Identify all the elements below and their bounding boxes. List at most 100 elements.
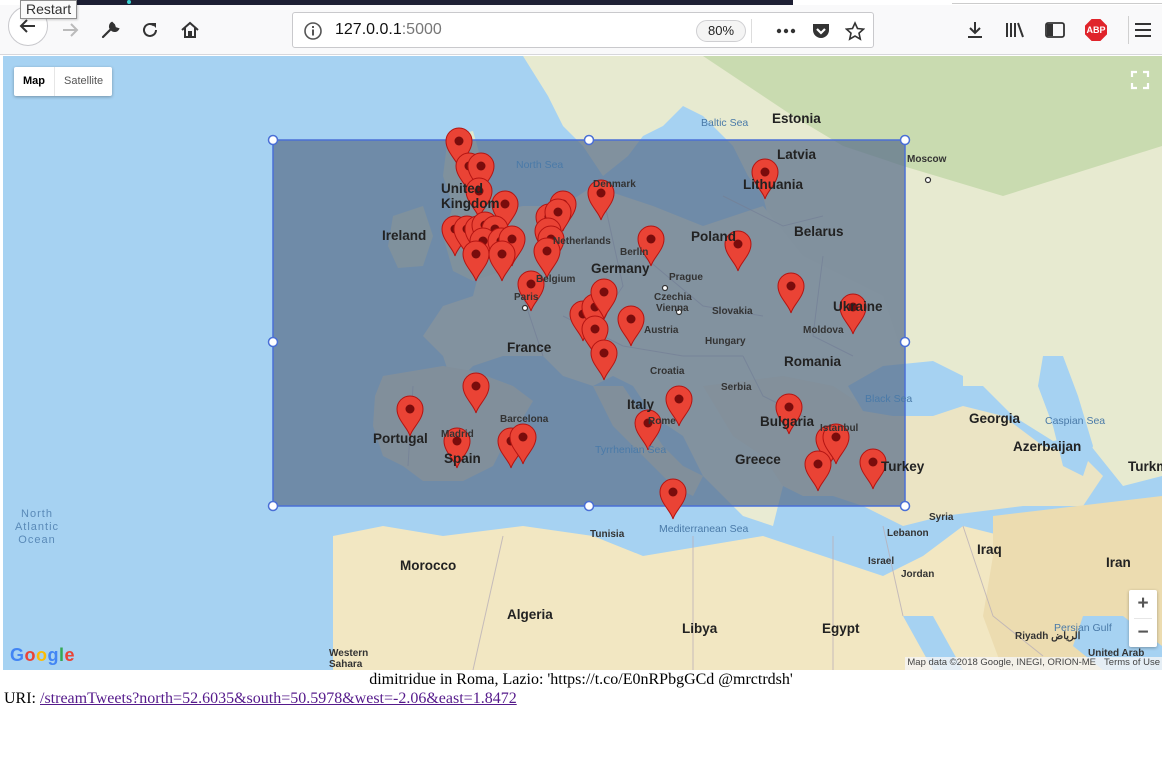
label-western-sahara: Western Sahara	[329, 648, 369, 670]
pocket-icon[interactable]	[810, 20, 832, 42]
label-azerbaijan: Azerbaijan	[1013, 439, 1082, 454]
back-icon	[19, 19, 35, 33]
label-croatia: Croatia	[650, 366, 685, 377]
library-button[interactable]	[997, 12, 1033, 48]
tab-divider	[952, 3, 1162, 4]
label-iraq: Iraq	[977, 542, 1002, 557]
url-bar[interactable]: 127.0.0.1:5000 80%	[292, 12, 874, 48]
home-icon	[181, 21, 199, 38]
label-tyrrhenian-sea: Tyrrhenian Sea	[595, 444, 667, 456]
label-germany: Germany	[591, 261, 650, 276]
zoom-in-button[interactable]: +	[1129, 590, 1157, 618]
label-belarus: Belarus	[794, 224, 844, 239]
map-type-satellite-button[interactable]: Satellite	[55, 67, 112, 96]
label-czechia: Czechia	[654, 292, 692, 303]
label-rome: Rome	[648, 416, 676, 427]
label-france: France	[507, 340, 552, 355]
label-algeria: Algeria	[507, 607, 553, 622]
label-berlin: Berlin	[620, 247, 649, 258]
map-type-map-button[interactable]: Map	[14, 67, 55, 96]
label-syria: Syria	[929, 512, 954, 523]
label-mediterranean-sea: Mediterranean Sea	[659, 523, 749, 535]
label-ireland: Ireland	[382, 228, 427, 243]
label-baltic-sea: Baltic Sea	[701, 117, 749, 129]
developer-tools-button[interactable]	[92, 12, 128, 48]
label-barcelona: Barcelona	[500, 414, 549, 425]
label-lithuania: Lithuania	[743, 177, 803, 192]
fullscreen-icon	[1130, 70, 1150, 90]
menu-icon	[1135, 23, 1151, 37]
label-turkmenistan: Turkm	[1128, 459, 1162, 474]
label-hungary: Hungary	[705, 336, 746, 347]
label-denmark: Denmark	[593, 179, 636, 190]
label-latvia: Latvia	[777, 147, 817, 162]
label-romania: Romania	[784, 354, 842, 369]
label-estonia: Estonia	[772, 111, 821, 126]
zoom-level-badge[interactable]: 80%	[696, 20, 746, 42]
adblock-button[interactable]: ABP	[1078, 12, 1114, 48]
label-tunisia: Tunisia	[590, 529, 625, 540]
label-slovakia: Slovakia	[712, 306, 753, 317]
label-moscow: Moscow	[907, 154, 947, 165]
label-libya: Libya	[682, 621, 718, 636]
tweet-text: dimitridue in Roma, Lazio: 'https://t.co…	[369, 671, 793, 688]
label-spain: Spain	[444, 451, 481, 466]
label-poland: Poland	[691, 229, 737, 244]
label-black-sea: Black Sea	[865, 393, 913, 405]
fullscreen-button[interactable]	[1127, 67, 1153, 93]
terms-link[interactable]: Terms of Use	[1104, 657, 1160, 670]
label-istanbul: Istanbul	[820, 423, 859, 434]
stream-tweets-link[interactable]: /streamTweets?north=52.6035&south=50.597…	[40, 690, 517, 707]
reload-icon	[143, 22, 157, 37]
label-ukraine: Ukraine	[833, 299, 883, 314]
label-prague: Prague	[669, 272, 703, 283]
url-port: :5000	[401, 21, 442, 38]
label-bulgaria: Bulgaria	[760, 414, 815, 429]
label-austria: Austria	[644, 325, 679, 336]
map-marker-icon[interactable]	[659, 478, 687, 520]
info-icon[interactable]	[303, 21, 323, 41]
label-paris: Paris	[514, 292, 539, 303]
uri-line: URI: /streamTweets?north=52.6035&south=5…	[4, 690, 517, 708]
label-georgia: Georgia	[969, 411, 1021, 426]
label-greece: Greece	[735, 452, 781, 467]
label-portugal: Portugal	[373, 431, 428, 446]
star-icon[interactable]	[844, 20, 866, 42]
label-belgium: Belgium	[536, 274, 576, 285]
map-canvas[interactable]: Estonia Latvia Lithuania Belarus Poland …	[3, 56, 1162, 670]
sidebar-icon	[1045, 22, 1065, 38]
label-lebanon: Lebanon	[887, 528, 929, 539]
google-logo[interactable]: Google	[10, 645, 75, 666]
label-moldova: Moldova	[803, 325, 844, 336]
library-icon	[1006, 22, 1024, 38]
more-icon[interactable]	[775, 20, 797, 42]
label-morocco: Morocco	[400, 558, 457, 573]
map-base	[267, 56, 1162, 670]
label-jordan: Jordan	[901, 569, 935, 580]
wrench-icon	[101, 21, 120, 39]
map-zoom-control: + −	[1129, 590, 1157, 647]
sidebar-button[interactable]	[1037, 12, 1073, 48]
label-turkey: Turkey	[881, 459, 925, 474]
browser-toolbar: 127.0.0.1:5000 80% ABP	[0, 5, 1162, 55]
zoom-out-button[interactable]: −	[1129, 619, 1157, 647]
url-divider	[751, 19, 752, 43]
home-button[interactable]	[172, 12, 208, 48]
label-madrid: Madrid	[441, 429, 474, 440]
label-iran: Iran	[1106, 555, 1131, 570]
download-button[interactable]	[957, 12, 993, 48]
uri-label: URI:	[4, 690, 36, 707]
menu-button[interactable]	[1125, 12, 1161, 48]
label-caspian-sea: Caspian Sea	[1045, 415, 1106, 427]
reload-button[interactable]	[132, 12, 168, 48]
url-text[interactable]: 127.0.0.1:5000	[335, 21, 442, 39]
label-netherlands: Netherlands	[553, 236, 611, 247]
label-persian-gulf: Persian Gulf	[1054, 622, 1112, 634]
forward-icon	[63, 23, 79, 37]
map-attribution: Map data ©2018 Google, INEGI, ORION-ME T…	[905, 657, 1162, 670]
map-type-control: Map Satellite	[14, 67, 113, 96]
label-serbia: Serbia	[721, 382, 752, 393]
download-icon	[968, 22, 982, 38]
label-vienna: Vienna	[656, 303, 689, 314]
label-united-kingdom: United Kingdom	[441, 181, 500, 211]
